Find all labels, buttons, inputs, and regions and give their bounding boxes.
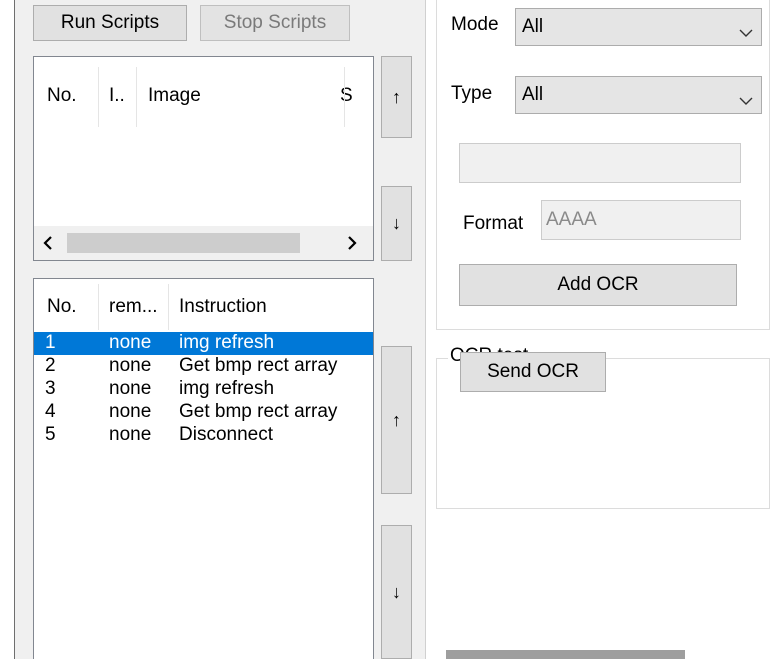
arrow-up-icon: ↑ [392,409,401,430]
cell-no: 5 [45,424,56,445]
column-divider [98,67,99,127]
column-header-instruction[interactable]: Instruction [179,296,267,318]
column-divider [344,67,345,127]
arrow-down-icon: ↓ [392,581,401,602]
scroll-left-icon[interactable] [40,235,56,251]
horizontal-scrollbar[interactable] [34,226,373,260]
image-move-up-button[interactable]: ↑ [381,56,412,138]
stop-scripts-button[interactable]: Stop Scripts [200,5,350,41]
table-row[interactable]: 5 none Disconnect [34,424,373,447]
table-row[interactable]: 2 none Get bmp rect array [34,355,373,378]
mode-label: Mode [451,14,499,35]
run-scripts-button[interactable]: Run Scripts [33,5,187,41]
column-divider [136,67,137,127]
mode-select[interactable]: All [515,8,762,46]
column-divider [168,284,169,330]
add-ocr-button[interactable]: Add OCR [459,264,737,306]
arrow-up-icon: ↑ [392,86,401,107]
format-label: Format [463,213,524,234]
column-header-no[interactable]: No. [47,85,77,107]
cell-remark: none [109,332,152,353]
cell-no: 4 [45,401,56,422]
window-border [0,0,14,659]
chevron-down-icon [739,90,753,105]
column-header-i[interactable]: I.. [109,85,125,107]
column-divider [98,284,99,330]
format-input-value: AAAA [546,209,597,230]
script-list[interactable]: No. rem... Instruction 1 none img refres… [33,278,374,659]
script-move-down-button[interactable]: ↓ [381,525,412,659]
script-move-up-button[interactable]: ↑ [381,346,412,494]
mode-select-value: All [522,16,544,37]
cell-no: 1 [45,332,56,353]
cell-instruction: img refresh [179,332,275,353]
scroll-right-icon[interactable] [344,235,360,251]
ocr-text-input[interactable] [459,143,741,183]
format-input[interactable]: AAAA [541,200,741,240]
cell-instruction: Get bmp rect array [179,401,338,422]
type-label: Type [451,83,493,104]
column-header-remark[interactable]: rem... [109,296,158,318]
cell-instruction: Disconnect [179,424,273,445]
cell-remark: none [109,355,152,376]
cell-remark: none [109,378,152,399]
cell-no: 2 [45,355,56,376]
column-header-s[interactable]: S [340,85,353,107]
arrow-down-icon: ↓ [392,213,401,233]
table-row[interactable]: 4 none Get bmp rect array [34,401,373,424]
bottom-control-strip[interactable] [446,650,685,659]
chevron-down-icon [739,22,753,37]
table-row[interactable]: 1 none img refresh [34,332,373,355]
type-select[interactable]: All [515,76,762,114]
cell-remark: none [109,424,152,445]
send-ocr-button[interactable]: Send OCR [460,352,606,392]
column-header-image[interactable]: Image [148,85,201,107]
image-move-down-button[interactable]: ↓ [381,186,412,261]
table-row[interactable]: 3 none img refresh [34,378,373,401]
image-list[interactable]: No. I.. Image S [33,56,374,261]
cell-instruction: Get bmp rect array [179,355,338,376]
cell-no: 3 [45,378,56,399]
scrollbar-thumb[interactable] [67,233,300,253]
column-header-no[interactable]: No. [47,296,77,318]
type-select-value: All [522,84,544,105]
panel-divider [425,0,426,659]
cell-remark: none [109,401,152,422]
cell-instruction: img refresh [179,378,275,399]
